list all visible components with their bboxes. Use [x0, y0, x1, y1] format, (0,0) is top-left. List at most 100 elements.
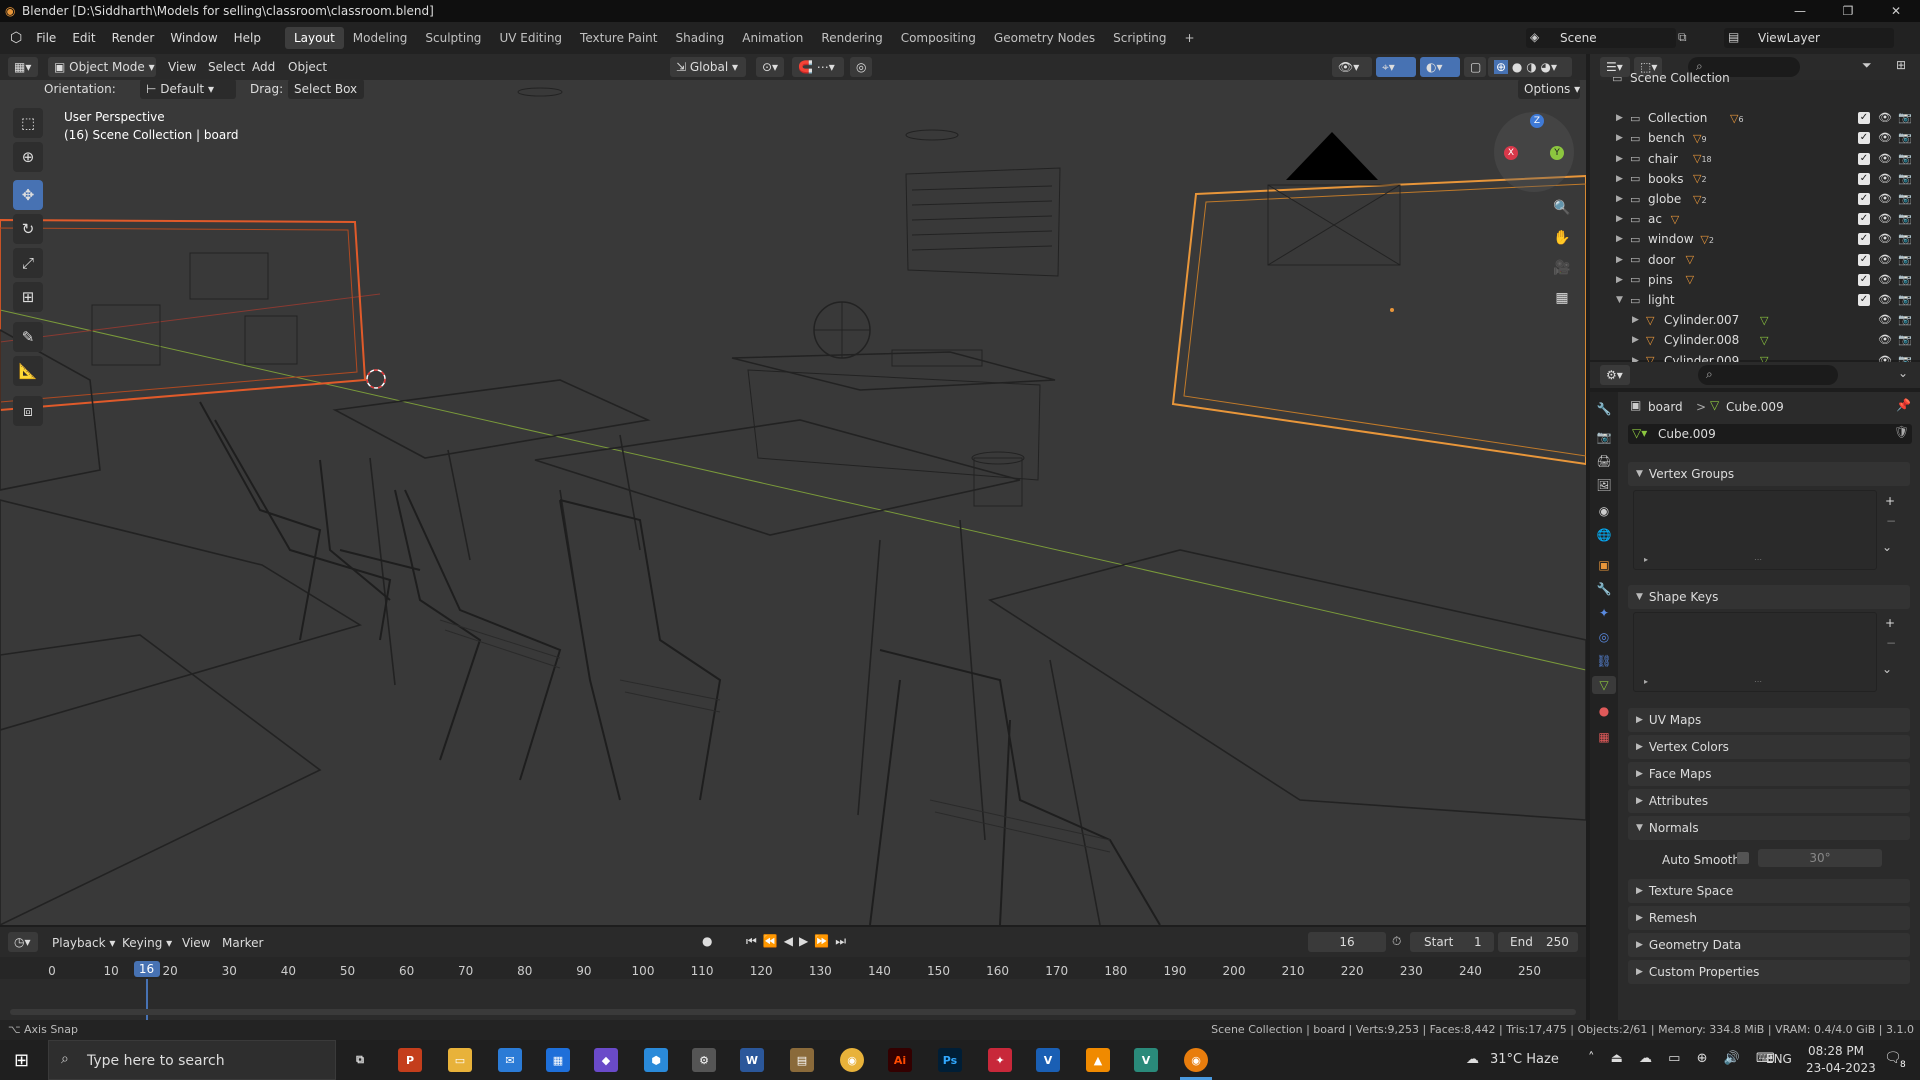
menu-edit[interactable]: Edit [64, 28, 103, 48]
modifiers-tab-icon[interactable]: 🔧 [1595, 580, 1613, 598]
pin-icon[interactable]: 📌 [1896, 398, 1911, 412]
exclude-checkbox[interactable]: ✓ [1858, 233, 1870, 246]
expand-right-icon[interactable]: ▶ [1616, 234, 1623, 244]
properties-options-icon[interactable]: ⌄ [1898, 366, 1908, 380]
timeline[interactable]: 0 10 20 30 40 50 60 70 80 90 100 110 120 130 140 150 160… [0, 957, 1586, 1027]
app-icon[interactable]: ⬢ [644, 1048, 668, 1072]
camera-view-button[interactable]: 🎥 [1548, 254, 1576, 282]
properties-search-input[interactable]: ⌕ [1698, 365, 1838, 385]
remove-shape-key-button[interactable]: − [1886, 636, 1896, 650]
exclude-checkbox[interactable]: ✓ [1858, 152, 1870, 165]
minimize-button[interactable]: — [1780, 0, 1820, 22]
outliner-row[interactable]: ▶ ▭ bench ▽9 ✓ 👁 📷 [1590, 128, 1920, 148]
system-tray-icons[interactable]: ˄ ⏏ ☁ ▭ ⊕ 🔊 ⌨ [1588, 1051, 1781, 1066]
current-frame-field[interactable]: 16 [1308, 932, 1386, 952]
expand-right-icon[interactable]: ▶ [1616, 113, 1623, 123]
outliner-row[interactable]: ▶ ▭ pins ▽ ✓ 👁 📷 [1590, 270, 1920, 290]
world-tab-icon[interactable]: 🌐 [1595, 526, 1613, 544]
constraints-tab-icon[interactable]: ⛓ [1595, 652, 1613, 670]
close-button[interactable]: ✕ [1876, 0, 1916, 22]
expand-right-icon[interactable]: ▶ [1616, 275, 1623, 285]
render-camera-icon[interactable]: 📷 [1898, 293, 1912, 306]
add-cube-tool-button[interactable]: ⧈ [13, 396, 43, 426]
panel-shape-keys[interactable]: ▼ Shape Keys [1628, 585, 1910, 609]
maximize-button[interactable]: ❐ [1828, 0, 1868, 22]
eye-icon[interactable]: 👁 [1878, 131, 1892, 144]
editor-type-button[interactable]: ▦▾ [8, 57, 38, 77]
panel-attributes[interactable]: ▶ Attributes [1628, 789, 1910, 813]
annotate-tool-button[interactable]: ✎ [13, 322, 43, 352]
tool-tab-icon[interactable]: 🔧 [1595, 400, 1613, 418]
menu-select[interactable]: Select [208, 60, 245, 74]
outliner-row[interactable]: ▶ ▭ window ▽2 ✓ 👁 📷 [1590, 229, 1920, 249]
view-layer-tab-icon[interactable]: 🖼 [1595, 476, 1613, 494]
tab-sculpting[interactable]: Sculpting [416, 27, 490, 49]
word-icon[interactable]: W [740, 1048, 764, 1072]
mail-icon[interactable]: ✉ [498, 1048, 522, 1072]
expand-down-icon[interactable]: ▼ [1616, 295, 1623, 305]
expand-right-icon[interactable]: ▶ [1632, 315, 1639, 325]
expand-right-icon[interactable]: ▶ [1616, 174, 1623, 184]
menu-add[interactable]: Add [252, 60, 275, 74]
material-shading-icon[interactable]: ◑ [1526, 60, 1536, 74]
measure-tool-button[interactable]: 📐 [13, 356, 43, 386]
tab-texture-paint[interactable]: Texture Paint [571, 27, 666, 49]
output-tab-icon[interactable]: 🖨 [1595, 452, 1613, 470]
prev-keyframe-icon[interactable]: ⏪ [763, 934, 784, 948]
outliner-row[interactable]: ▼ ▭ light ✓ 👁 📷 [1590, 290, 1920, 310]
expand-right-icon[interactable]: ▶ [1616, 194, 1623, 204]
panel-texture-space[interactable]: ▶ Texture Space [1628, 879, 1910, 903]
render-camera-icon[interactable]: 📷 [1898, 131, 1912, 144]
blender-menu-icon[interactable]: ⬡ [10, 30, 22, 46]
exclude-checkbox[interactable]: ✓ [1858, 172, 1870, 185]
object-tab-icon[interactable]: ▣ [1595, 556, 1613, 574]
illustrator-icon[interactable]: Ai [888, 1048, 912, 1072]
task-view-icon[interactable]: ⧉ [348, 1048, 372, 1072]
eye-icon[interactable]: 👁 [1878, 293, 1892, 306]
outliner-row[interactable]: ▶ ▭ books ▽2 ✓ 👁 📷 [1590, 169, 1920, 189]
scene-tab-icon[interactable]: ◉ [1595, 502, 1613, 520]
vertex-groups-list[interactable]: ▸ ⋯ [1633, 490, 1877, 570]
wireframe-shading-icon[interactable]: ⊕ [1494, 60, 1509, 74]
timeline-scrollbar[interactable] [10, 1009, 1576, 1015]
eye-icon[interactable]: 👁 [1878, 232, 1892, 245]
expand-right-icon[interactable]: ▶ [1616, 214, 1623, 224]
exclude-checkbox[interactable]: ✓ [1858, 294, 1870, 306]
stopwatch-icon[interactable]: ⏱ [1392, 934, 1401, 949]
panel-vertex-groups[interactable]: ▼ Vertex Groups [1628, 462, 1910, 486]
menu-window[interactable]: Window [162, 28, 225, 48]
eye-icon[interactable]: 👁 [1878, 152, 1892, 165]
panel-normals[interactable]: ▼ Normals [1628, 816, 1910, 840]
panel-remesh[interactable]: ▶ Remesh [1628, 906, 1910, 930]
scene-selector[interactable]: ◈ Scene ⧉ [1526, 28, 1687, 48]
eye-icon[interactable]: 👁 [1878, 111, 1892, 124]
proportional-edit-button[interactable]: ◎ [850, 57, 872, 77]
language-indicator[interactable]: ENG [1766, 1052, 1792, 1066]
media-app-icon[interactable]: ✦ [988, 1048, 1012, 1072]
outliner-child-row[interactable]: ▶ ▽ Cylinder.008 ▽ 👁 📷 [1590, 330, 1920, 350]
render-camera-icon[interactable]: 📷 [1898, 253, 1912, 266]
pivot-point-button[interactable]: ⊙▾ [756, 57, 784, 77]
windows-start-icon[interactable]: ⊞ [14, 1050, 29, 1071]
auto-smooth-checkbox[interactable] [1737, 852, 1749, 864]
render-camera-icon[interactable]: 📷 [1898, 152, 1912, 165]
mesh-data-tab-icon[interactable]: ▽ [1592, 676, 1616, 694]
jump-end-icon[interactable]: ⏭ [835, 934, 852, 948]
orientation-dropdown[interactable]: ⊢ Default ▾ [140, 79, 236, 99]
tab-scripting[interactable]: Scripting [1104, 27, 1175, 49]
resize-handle-icon[interactable]: ⋯ [1754, 555, 1762, 564]
eye-icon[interactable]: 👁 [1878, 192, 1892, 205]
expand-right-icon[interactable]: ▶ [1632, 335, 1639, 345]
remove-vertex-group-button[interactable]: − [1886, 514, 1896, 528]
render-camera-icon[interactable]: 📷 [1898, 333, 1912, 346]
vpn-icon[interactable]: V [1036, 1048, 1060, 1072]
weather-text[interactable]: 31°C Haze [1490, 1052, 1559, 1067]
fake-user-icon[interactable]: 🛡 [1894, 425, 1909, 439]
eye-icon[interactable]: 👁 [1878, 273, 1892, 286]
menu-help[interactable]: Help [226, 28, 269, 48]
options-dropdown[interactable]: Options ▾ [1518, 79, 1580, 99]
file-explorer-icon[interactable]: ▭ [448, 1048, 472, 1072]
settings-app-icon[interactable]: ⚙ [692, 1048, 716, 1072]
select-tool-button[interactable]: ⬚ [13, 108, 43, 138]
solid-shading-icon[interactable]: ● [1512, 60, 1522, 74]
